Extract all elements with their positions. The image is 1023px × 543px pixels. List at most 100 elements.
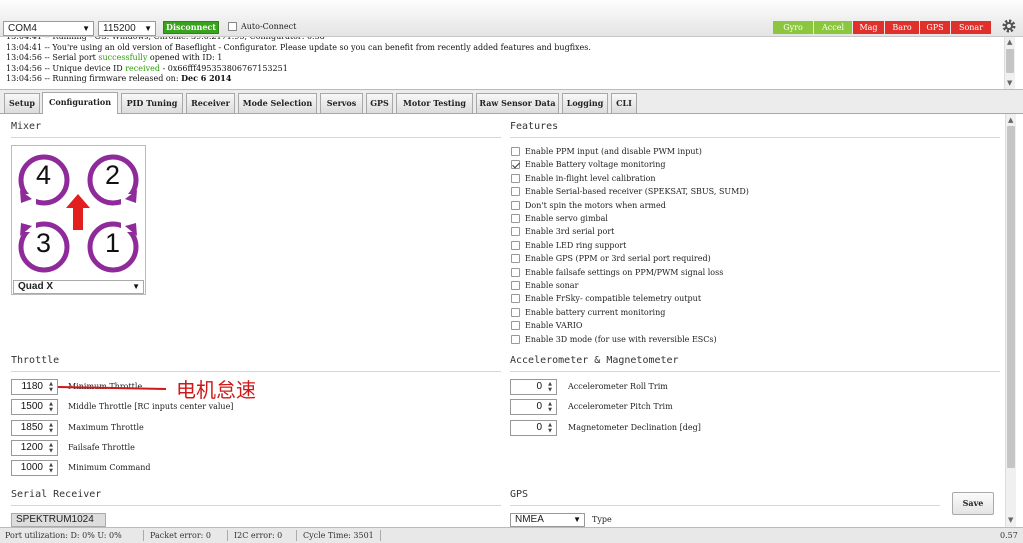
throttle-spinner[interactable]: 1850 ▲ ▼ (11, 419, 58, 436)
feature-label: Enable failsafe settings on PPM/PWM sign… (525, 267, 724, 277)
scroll-down-icon[interactable]: ▼ (1007, 79, 1012, 87)
throttle-label: Middle Throttle [RC inputs center value] (68, 402, 234, 412)
feature-checkbox[interactable] (511, 240, 520, 250)
serial-receiver-select[interactable]: SPEKTRUM1024 (11, 513, 106, 527)
throttle-title: Throttle (11, 355, 60, 366)
throttle-value: 1200 (20, 441, 43, 453)
scroll-up-icon[interactable]: ▲ (1007, 38, 1012, 46)
version: 0.57 (1000, 531, 1018, 540)
features-title: Features (510, 121, 559, 132)
feature-checkbox[interactable] (511, 294, 520, 304)
feature-checkbox[interactable] (511, 173, 520, 183)
feature-label: Enable PPM input (and disable PWM input) (525, 147, 702, 156)
scrollbar-thumb[interactable] (1007, 126, 1015, 468)
feature-label: Enable 3rd serial port (525, 227, 615, 237)
gear-icon[interactable] (1001, 18, 1017, 34)
accel-mag-value: 0 (536, 381, 542, 392)
top-bar: COM4 ▼ 115200 ▼ Disconnect Auto-Connect … (0, 0, 1023, 37)
gps-type-select[interactable]: NMEA ▼ (510, 513, 585, 527)
feature-checkbox[interactable] (511, 334, 520, 344)
chevron-down-icon: ▼ (573, 515, 581, 524)
scroll-down-icon[interactable]: ▼ (1008, 516, 1013, 524)
spinner-arrows-icon[interactable]: ▲ ▼ (46, 442, 56, 454)
gps-type-label: Type (592, 515, 612, 524)
tab-motor-testing[interactable]: Motor Testing (396, 93, 473, 113)
accel-mag-value: 0 (536, 401, 542, 413)
feature-checkbox[interactable] (511, 147, 520, 156)
feature-row: Enable LED ring support (511, 240, 991, 252)
throttle-value: 1000 (20, 462, 43, 474)
accel-mag-label: Accelerometer Pitch Trim (568, 402, 673, 412)
spinner-arrows-icon[interactable]: ▲ ▼ (46, 401, 56, 413)
throttle-label: Minimum Command (68, 463, 151, 473)
feature-checkbox[interactable] (511, 214, 520, 223)
spinner-arrows-icon[interactable]: ▲ ▼ (46, 422, 56, 434)
feature-checkbox[interactable] (511, 307, 520, 317)
feature-checkbox[interactable] (511, 321, 520, 331)
accel-mag-label: Accelerometer Roll Trim (568, 382, 668, 391)
feature-checkbox[interactable] (511, 200, 520, 210)
auto-connect-checkbox[interactable] (228, 22, 237, 31)
annotation-underline (57, 384, 178, 390)
connect-button[interactable]: Disconnect (163, 21, 219, 34)
feature-label: Enable 3D mode (for use with reversible … (525, 334, 717, 344)
feature-checkbox[interactable] (511, 160, 520, 170)
throttle-spinner[interactable]: 1500 ▲ ▼ (11, 399, 58, 416)
feature-checkbox[interactable] (511, 254, 520, 264)
spinner-arrows-icon[interactable]: ▲ ▼ (545, 401, 555, 413)
log-scrollbar[interactable]: ▲ ▼ (1004, 37, 1015, 89)
throttle-spinner[interactable]: 1180 ▲ ▼ (11, 379, 58, 395)
log-line: 13:04:56 -- Serial port successfully ope… (6, 53, 223, 62)
port-value: COM4 (8, 23, 37, 34)
tab-raw-sensor-data[interactable]: Raw Sensor Data (476, 93, 559, 113)
chevron-down-icon: ▼ (132, 282, 140, 291)
motor-2-label: 2 (105, 160, 121, 190)
feature-label: Enable LED ring support (525, 240, 627, 250)
sensor-mag: Mag (853, 21, 884, 34)
tab-receiver[interactable]: Receiver (186, 93, 235, 113)
scrollbar-thumb[interactable] (1006, 49, 1014, 73)
feature-checkbox[interactable] (511, 227, 520, 237)
tab-servos[interactable]: Servos (320, 93, 363, 113)
tab-cli[interactable]: CLI (611, 93, 637, 113)
gps-title: GPS (510, 489, 529, 500)
feature-row: Enable PPM input (and disable PWM input) (511, 146, 991, 158)
tab-mode-selection[interactable]: Mode Selection (238, 93, 317, 113)
feature-row: Enable 3rd serial port (511, 226, 991, 238)
feature-label: Enable servo gimbal (525, 214, 608, 223)
feature-row: Enable in-flight level calibration (511, 173, 991, 185)
tab-pid-tuning[interactable]: PID Tuning (121, 93, 183, 113)
accel-mag-spinner[interactable]: 0 ▲ ▼ (510, 399, 557, 416)
message-log: 13:04:41 -- Running - OS: Windows, Chrom… (0, 37, 1023, 90)
motor-4-label: 4 (36, 160, 52, 190)
throttle-spinner[interactable]: 1200 ▲ ▼ (11, 439, 58, 456)
port-select[interactable]: COM4 ▼ (3, 21, 94, 36)
tab-setup[interactable]: Setup (4, 93, 40, 113)
feature-label: Don't spin the motors when armed (525, 200, 666, 210)
save-button[interactable]: Save (952, 492, 994, 515)
mixer-type-select[interactable]: Quad X ▼ (13, 280, 144, 294)
spinner-arrows-icon[interactable]: ▲ ▼ (46, 462, 56, 474)
tab-configuration[interactable]: Configuration (42, 92, 118, 114)
content-scrollbar[interactable]: ▲ ▼ (1005, 114, 1016, 527)
feature-label: Enable GPS (PPM or 3rd serial port requi… (525, 254, 711, 264)
feature-checkbox[interactable] (511, 267, 520, 277)
gps-type-value: NMEA (515, 514, 544, 525)
log-line: 13:04:56 -- Running firmware released on… (6, 73, 232, 84)
spinner-arrows-icon[interactable]: ▲ ▼ (46, 381, 56, 393)
feature-checkbox[interactable] (511, 281, 520, 290)
spinner-arrows-icon[interactable]: ▲ ▼ (545, 422, 555, 434)
accel-mag-spinner[interactable]: 0 ▲ ▼ (510, 419, 557, 436)
baud-select[interactable]: 115200 ▼ (98, 21, 156, 36)
scroll-up-icon[interactable]: ▲ (1008, 116, 1013, 124)
throttle-spinner[interactable]: 1000 ▲ ▼ (11, 460, 58, 477)
port-utilization: Port utilization: D: 0% U: 0% (5, 531, 122, 540)
tab-logging[interactable]: Logging (562, 93, 608, 113)
feature-checkbox[interactable] (511, 187, 520, 197)
throttle-label: Maximum Throttle (68, 422, 144, 432)
feature-label: Enable Battery voltage monitoring (525, 160, 666, 170)
tab-gps[interactable]: GPS (366, 93, 393, 113)
idle-annotation: 电机怠速 (176, 378, 256, 402)
accel-mag-spinner[interactable]: 0 ▲ ▼ (510, 379, 557, 395)
spinner-arrows-icon[interactable]: ▲ ▼ (545, 381, 555, 393)
